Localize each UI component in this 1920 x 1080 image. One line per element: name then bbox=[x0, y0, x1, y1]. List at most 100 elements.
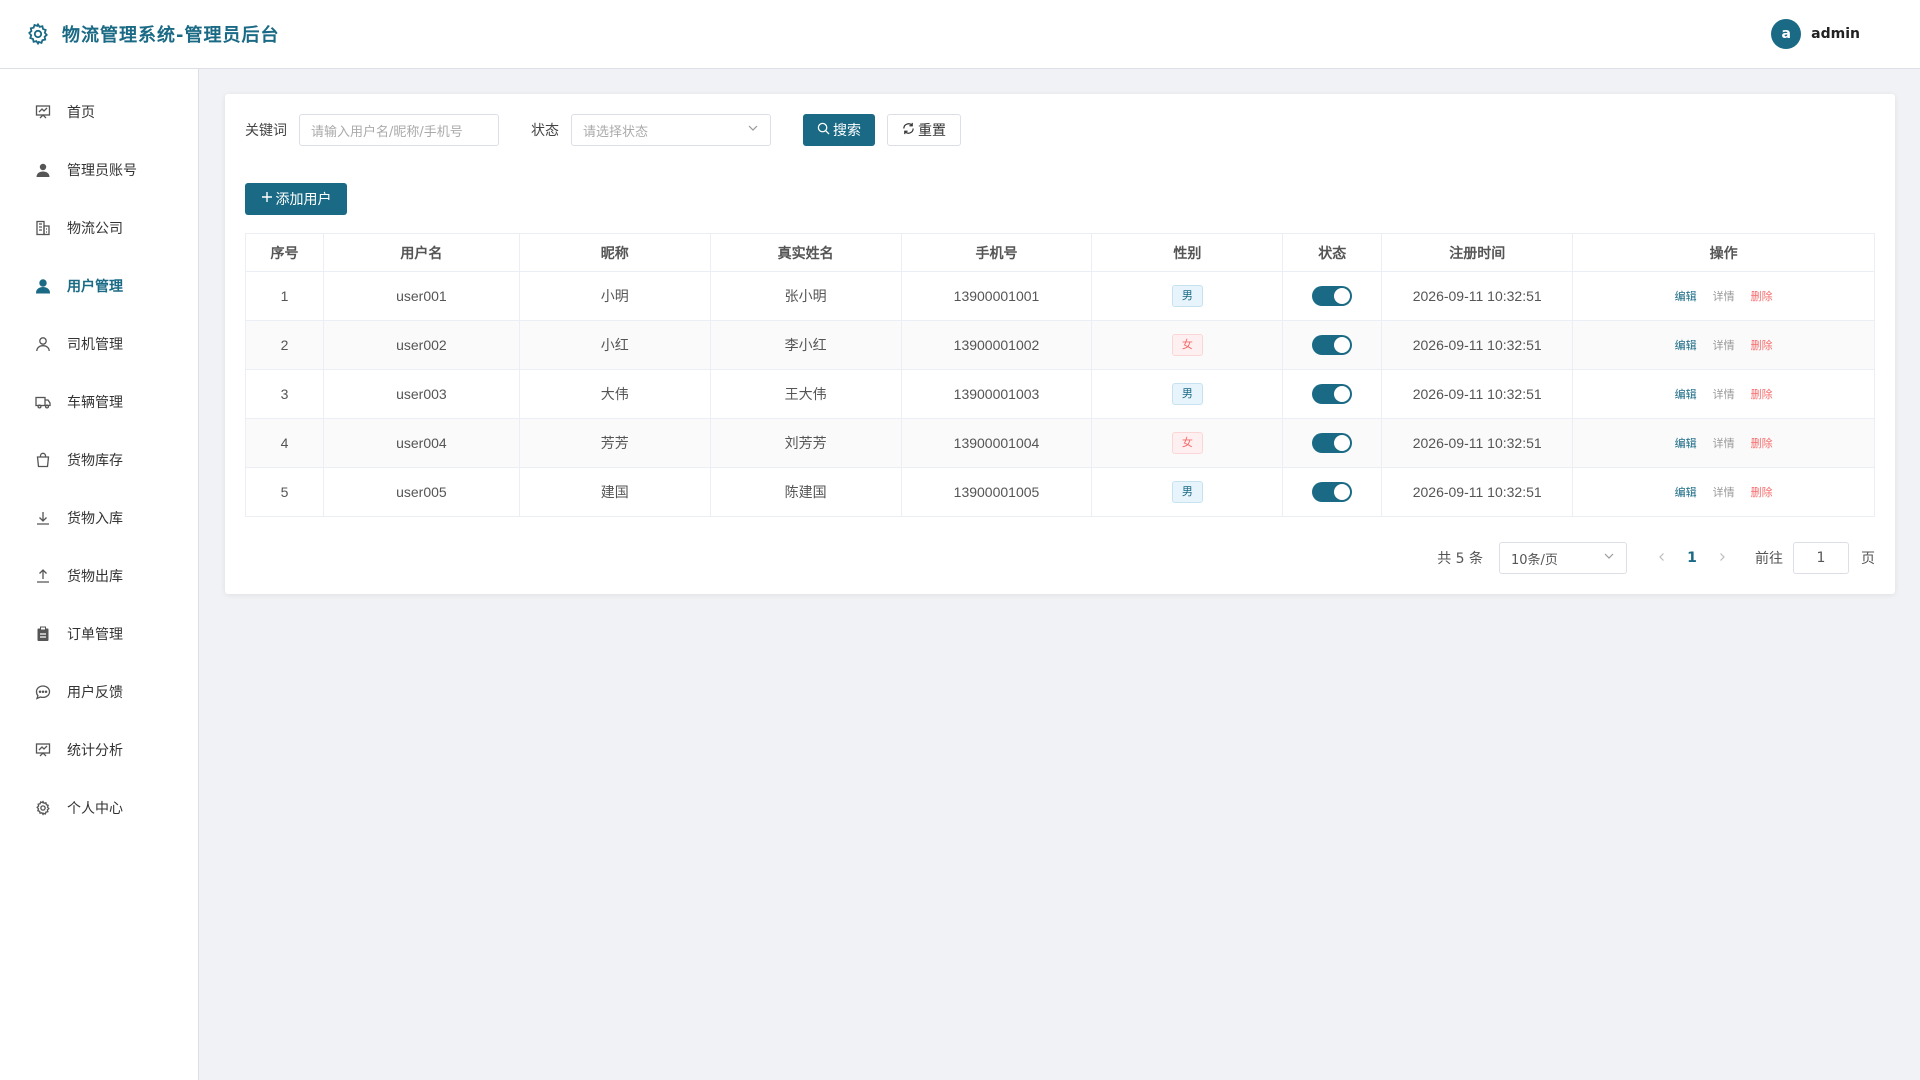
sidebar-item-label: 订单管理 bbox=[67, 627, 123, 643]
edit-button[interactable]: 编辑 bbox=[1675, 290, 1697, 303]
action-bar: 添加用户 bbox=[245, 183, 1875, 215]
cell-gender: 男 bbox=[1091, 271, 1284, 321]
status-toggle[interactable] bbox=[1312, 482, 1353, 502]
cell-no: 5 bbox=[245, 467, 324, 517]
total-count: 共 5 条 bbox=[1437, 551, 1483, 567]
avatar[interactable]: a bbox=[1771, 19, 1802, 49]
detail-button[interactable]: 详情 bbox=[1713, 388, 1735, 401]
chevron-left-icon bbox=[1659, 553, 1664, 561]
sidebar-item-driver-management[interactable]: 司机管理 bbox=[0, 315, 198, 373]
table-row: 1 user001 小明 张小明 13900001001 男 2026-09-1… bbox=[245, 271, 1875, 321]
column-header: 序号 bbox=[245, 233, 324, 272]
edit-button[interactable]: 编辑 bbox=[1675, 437, 1697, 450]
sidebar-item-goods-inbound[interactable]: 货物入库 bbox=[0, 489, 198, 547]
goto-page-input[interactable]: 1 bbox=[1793, 542, 1849, 574]
prev-page-button[interactable] bbox=[1647, 550, 1677, 566]
sidebar-item-vehicle-management[interactable]: 车辆管理 bbox=[0, 373, 198, 431]
user-filled-icon bbox=[34, 161, 52, 179]
table-row: 3 user003 大伟 王大伟 13900001003 男 2026-09-1… bbox=[245, 369, 1875, 419]
gender-tag: 男 bbox=[1171, 285, 1203, 307]
chart-icon bbox=[34, 741, 52, 759]
toggle-knob bbox=[1334, 435, 1351, 451]
refresh-icon bbox=[902, 122, 915, 139]
sidebar-item-goods-outbound[interactable]: 货物出库 bbox=[0, 547, 198, 605]
sidebar-item-order-management[interactable]: 订单管理 bbox=[0, 605, 198, 663]
cell-username: user003 bbox=[322, 369, 520, 419]
cell-realname: 刘芳芳 bbox=[709, 418, 902, 468]
cell-status bbox=[1282, 418, 1383, 468]
cell-phone: 13900001001 bbox=[900, 271, 1093, 321]
chevron-down-icon bbox=[747, 122, 759, 138]
user-menu[interactable]: a admin bbox=[1771, 19, 1860, 49]
gear-icon bbox=[34, 799, 52, 817]
detail-button[interactable]: 详情 bbox=[1713, 339, 1735, 352]
cell-actions: 编辑 详情 删除 bbox=[1572, 271, 1875, 321]
sidebar-item-home[interactable]: 首页 bbox=[0, 83, 198, 141]
search-button[interactable]: 搜索 bbox=[803, 114, 875, 146]
sidebar-item-admin-account[interactable]: 管理员账号 bbox=[0, 141, 198, 199]
column-header: 操作 bbox=[1572, 233, 1875, 272]
reset-button[interactable]: 重置 bbox=[887, 114, 961, 146]
edit-button[interactable]: 编辑 bbox=[1675, 388, 1697, 401]
page-number[interactable]: 1 bbox=[1677, 550, 1707, 566]
cell-no: 1 bbox=[245, 271, 324, 321]
status-toggle[interactable] bbox=[1312, 335, 1353, 355]
toggle-knob bbox=[1334, 337, 1351, 353]
sidebar-item-goods-inventory[interactable]: 货物库存 bbox=[0, 431, 198, 489]
username[interactable]: admin bbox=[1811, 26, 1860, 42]
chevron-down-icon bbox=[1603, 550, 1615, 566]
page-size-select[interactable]: 10条/页 bbox=[1499, 542, 1627, 574]
chat-icon bbox=[34, 683, 52, 701]
toggle-knob bbox=[1334, 484, 1351, 500]
cell-phone: 13900001004 bbox=[900, 418, 1093, 468]
keyword-input[interactable]: 请输入用户名/昵称/手机号 bbox=[299, 114, 499, 146]
keyword-label: 关键词 bbox=[245, 123, 287, 139]
cell-nickname: 建国 bbox=[518, 467, 711, 517]
sidebar-item-user-feedback[interactable]: 用户反馈 bbox=[0, 663, 198, 721]
toggle-knob bbox=[1334, 288, 1351, 304]
cell-actions: 编辑 详情 删除 bbox=[1572, 369, 1875, 419]
cell-gender: 男 bbox=[1091, 467, 1284, 517]
cell-time: 2026-09-11 10:32:51 bbox=[1381, 418, 1574, 468]
cell-nickname: 大伟 bbox=[518, 369, 711, 419]
upload-icon bbox=[34, 567, 52, 585]
detail-button[interactable]: 详情 bbox=[1713, 486, 1735, 499]
column-header: 真实姓名 bbox=[709, 233, 902, 272]
status-toggle[interactable] bbox=[1312, 384, 1353, 404]
pagination: 共 5 条 10条/页 1 前往 1 页 bbox=[1437, 542, 1875, 574]
status-toggle[interactable] bbox=[1312, 286, 1353, 306]
sidebar-item-logistics-company[interactable]: 物流公司 bbox=[0, 199, 198, 257]
user-table: 序号 用户名 昵称 真实姓名 手机号 性别 状态 注册时间 操作 1 user0… bbox=[245, 233, 1875, 517]
building-icon bbox=[34, 219, 52, 237]
detail-button[interactable]: 详情 bbox=[1713, 437, 1735, 450]
sidebar-item-label: 货物入库 bbox=[67, 511, 123, 527]
cell-phone: 13900001002 bbox=[900, 320, 1093, 370]
delete-button[interactable]: 删除 bbox=[1751, 339, 1773, 352]
delete-button[interactable]: 删除 bbox=[1751, 290, 1773, 303]
column-header: 性别 bbox=[1091, 233, 1284, 272]
status-toggle[interactable] bbox=[1312, 433, 1353, 453]
delete-button[interactable]: 删除 bbox=[1751, 486, 1773, 499]
cell-gender: 女 bbox=[1091, 320, 1284, 370]
sidebar-item-statistics[interactable]: 统计分析 bbox=[0, 721, 198, 779]
delete-button[interactable]: 删除 bbox=[1751, 388, 1773, 401]
next-page-button[interactable] bbox=[1707, 550, 1737, 566]
sidebar-item-user-management[interactable]: 用户管理 bbox=[0, 257, 198, 315]
sidebar-item-personal-center[interactable]: 个人中心 bbox=[0, 779, 198, 837]
sidebar-item-label: 车辆管理 bbox=[67, 395, 123, 411]
detail-button[interactable]: 详情 bbox=[1713, 290, 1735, 303]
edit-button[interactable]: 编辑 bbox=[1675, 486, 1697, 499]
edit-button[interactable]: 编辑 bbox=[1675, 339, 1697, 352]
goto-label: 前往 bbox=[1755, 551, 1783, 567]
search-button-label: 搜索 bbox=[833, 123, 861, 139]
cell-no: 4 bbox=[245, 418, 324, 468]
cell-username: user002 bbox=[322, 320, 520, 370]
download-icon bbox=[34, 509, 52, 527]
add-user-button[interactable]: 添加用户 bbox=[245, 183, 347, 215]
user-filled-icon bbox=[34, 277, 52, 295]
cell-no: 2 bbox=[245, 320, 324, 370]
status-select[interactable]: 请选择状态 bbox=[571, 114, 771, 146]
cell-username: user005 bbox=[322, 467, 520, 517]
delete-button[interactable]: 删除 bbox=[1751, 437, 1773, 450]
sidebar: 首页 管理员账号 物流公司 用户管理 司机管理 车辆管理 货物库存 货物入库 货… bbox=[0, 69, 199, 1080]
